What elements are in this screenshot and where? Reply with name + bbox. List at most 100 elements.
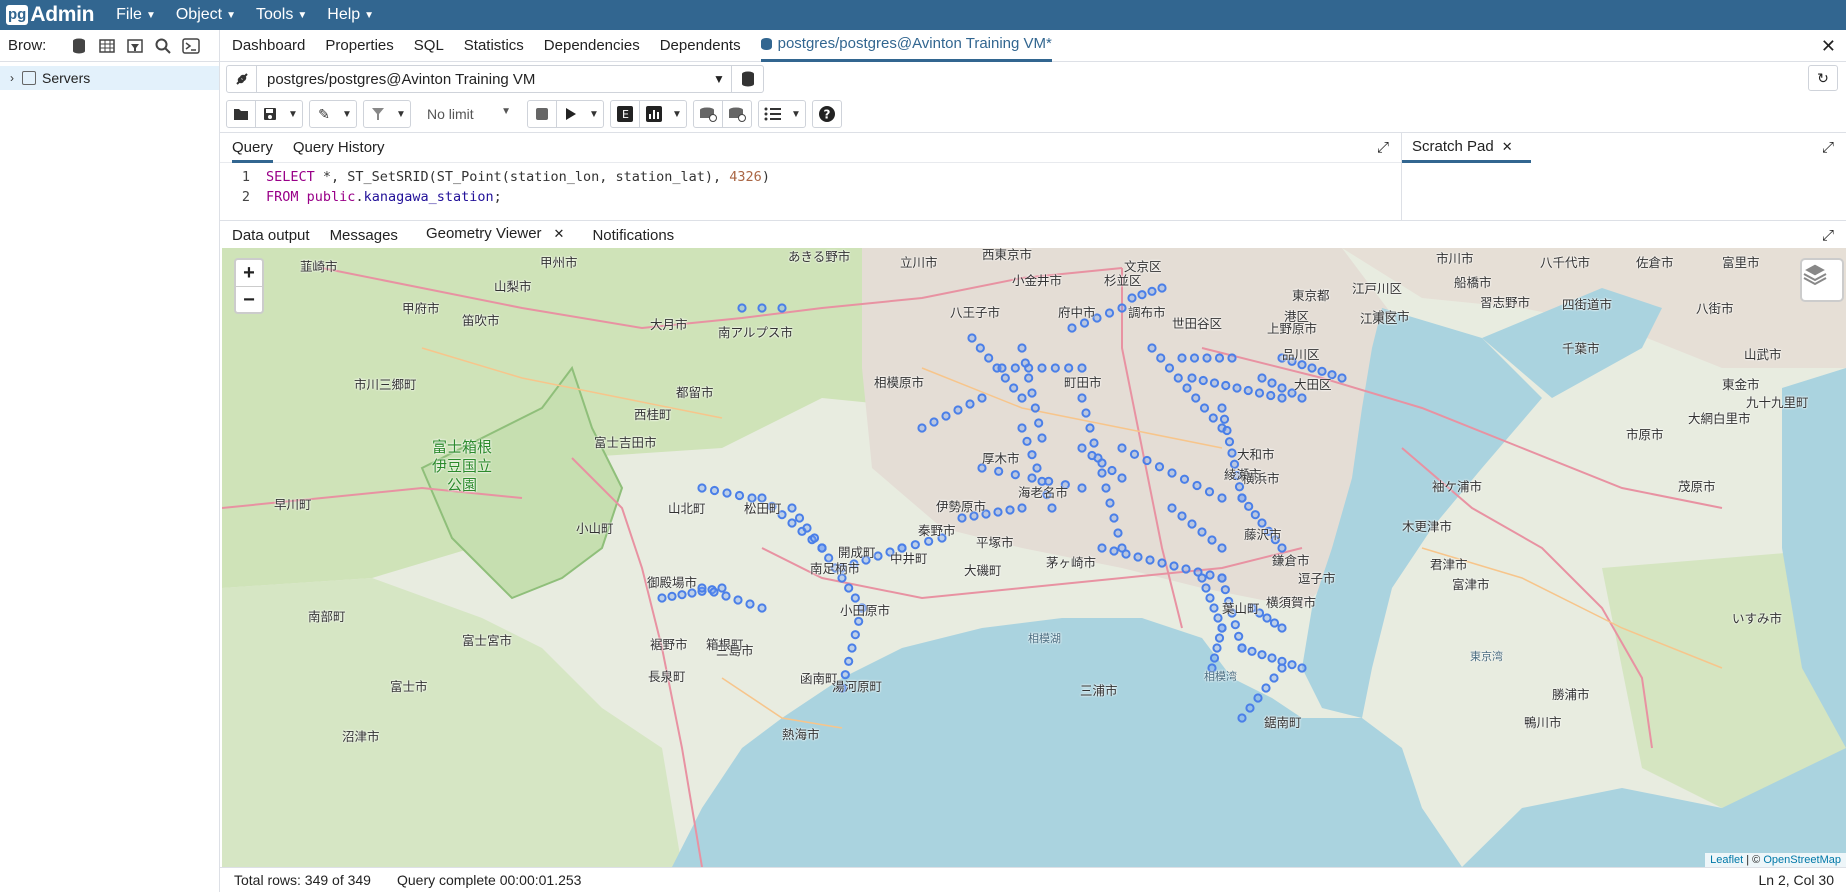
station-marker[interactable] bbox=[1101, 483, 1111, 493]
database-icon[interactable] bbox=[731, 66, 763, 92]
station-marker[interactable] bbox=[1077, 443, 1087, 453]
chevron-down-icon[interactable]: ▼ bbox=[668, 101, 686, 127]
station-marker[interactable] bbox=[1024, 373, 1034, 383]
station-marker[interactable] bbox=[1117, 443, 1127, 453]
station-marker[interactable] bbox=[1167, 503, 1177, 513]
station-marker[interactable] bbox=[1217, 493, 1227, 503]
station-marker[interactable] bbox=[745, 599, 755, 609]
station-marker[interactable] bbox=[1269, 618, 1280, 628]
station-marker[interactable] bbox=[1232, 383, 1242, 393]
station-marker[interactable] bbox=[1277, 393, 1287, 403]
station-marker[interactable] bbox=[1117, 303, 1127, 313]
execute-icon[interactable] bbox=[557, 101, 585, 127]
station-marker[interactable] bbox=[1109, 546, 1119, 556]
terminal-icon[interactable] bbox=[178, 33, 204, 59]
osm-link[interactable]: OpenStreetMap bbox=[1763, 854, 1841, 866]
tab-query[interactable]: Query bbox=[232, 133, 273, 163]
menu-tools[interactable]: Tools ▼ bbox=[256, 6, 307, 24]
station-marker[interactable] bbox=[1208, 413, 1218, 423]
expand-icon[interactable]: ⤢ bbox=[1377, 139, 1389, 156]
station-marker[interactable] bbox=[1287, 660, 1297, 670]
station-marker[interactable] bbox=[1214, 633, 1225, 643]
station-marker[interactable] bbox=[984, 353, 994, 363]
sql-editor[interactable]: 1 SELECT *, ST_SetSRID(ST_Point(station_… bbox=[220, 163, 1401, 207]
help-icon[interactable]: ? bbox=[813, 101, 841, 127]
refresh-icon[interactable]: ↻ bbox=[1808, 65, 1838, 91]
station-marker[interactable] bbox=[1047, 503, 1057, 513]
station-marker[interactable] bbox=[1017, 393, 1027, 403]
filter-icon[interactable] bbox=[364, 101, 392, 127]
station-marker[interactable] bbox=[1230, 620, 1240, 630]
station-marker[interactable] bbox=[1010, 363, 1020, 373]
station-marker[interactable] bbox=[721, 591, 731, 601]
station-marker[interactable] bbox=[1009, 383, 1019, 393]
zoom-out-button[interactable]: − bbox=[236, 286, 262, 312]
chevron-down-icon[interactable]: ▼ bbox=[392, 101, 410, 127]
station-marker[interactable] bbox=[1022, 436, 1032, 446]
station-marker[interactable] bbox=[1077, 483, 1087, 493]
station-marker[interactable] bbox=[1077, 393, 1087, 403]
leaflet-link[interactable]: Leaflet bbox=[1710, 854, 1743, 866]
geometry-map[interactable]: 韮崎市 甲州市 あきる野市 立川市 西東京市 文京区 市川市 船橋市 八千代市 佐倉市 富里市 山梨市… bbox=[222, 248, 1846, 867]
station-marker[interactable] bbox=[1027, 473, 1037, 483]
station-marker[interactable] bbox=[993, 507, 1003, 517]
station-marker[interactable] bbox=[1277, 623, 1287, 633]
station-marker[interactable] bbox=[802, 523, 812, 533]
station-marker[interactable] bbox=[1192, 480, 1202, 491]
station-marker[interactable] bbox=[1207, 535, 1217, 545]
station-marker[interactable] bbox=[1133, 552, 1143, 562]
station-marker[interactable] bbox=[1250, 510, 1260, 520]
menu-help[interactable]: Help ▼ bbox=[327, 6, 374, 24]
station-marker[interactable] bbox=[1121, 549, 1131, 559]
station-marker[interactable] bbox=[1109, 513, 1119, 523]
station-marker[interactable] bbox=[975, 343, 985, 353]
station-marker[interactable] bbox=[757, 603, 767, 613]
station-marker[interactable] bbox=[1214, 353, 1225, 363]
row-limit-select[interactable]: No limit ▼ bbox=[417, 100, 521, 128]
station-marker[interactable] bbox=[997, 363, 1007, 373]
station-marker[interactable] bbox=[667, 591, 677, 601]
station-marker[interactable] bbox=[1257, 650, 1267, 660]
station-marker[interactable] bbox=[722, 488, 732, 498]
station-marker[interactable] bbox=[1037, 363, 1047, 373]
station-marker[interactable] bbox=[1097, 458, 1107, 468]
station-marker[interactable] bbox=[1077, 363, 1087, 373]
tab-query-tool[interactable]: postgres/postgres@Avinton Training VM* bbox=[760, 30, 1052, 62]
filter-table-icon[interactable] bbox=[122, 33, 148, 59]
chevron-down-icon[interactable]: ▼ bbox=[284, 101, 302, 127]
station-marker[interactable] bbox=[1020, 358, 1030, 368]
station-marker[interactable] bbox=[1307, 363, 1317, 373]
station-marker[interactable] bbox=[1177, 511, 1187, 521]
expand-icon[interactable]: ⤢ bbox=[1822, 227, 1834, 244]
database-icon[interactable] bbox=[66, 33, 92, 59]
station-marker[interactable] bbox=[965, 399, 975, 409]
station-marker[interactable] bbox=[1244, 501, 1254, 511]
station-marker[interactable] bbox=[1157, 558, 1167, 568]
station-marker[interactable] bbox=[1000, 373, 1010, 383]
edit-icon[interactable]: ✎ bbox=[310, 101, 338, 127]
station-marker[interactable] bbox=[1142, 455, 1152, 466]
station-marker[interactable] bbox=[957, 513, 967, 523]
close-icon[interactable]: ✕ bbox=[1502, 139, 1513, 155]
chevron-down-icon[interactable]: ▼ bbox=[585, 101, 603, 127]
macros-icon[interactable] bbox=[759, 101, 787, 127]
station-marker[interactable] bbox=[1219, 414, 1230, 424]
station-marker[interactable] bbox=[677, 590, 687, 600]
tab-query-history[interactable]: Query History bbox=[293, 133, 385, 163]
station-marker[interactable] bbox=[1117, 473, 1127, 483]
commit-icon[interactable] bbox=[694, 101, 722, 127]
station-marker[interactable] bbox=[1182, 383, 1192, 393]
tab-geometry-viewer[interactable]: Geometry Viewer ✕ bbox=[417, 221, 573, 251]
station-marker[interactable] bbox=[1217, 623, 1227, 633]
station-marker[interactable] bbox=[1205, 570, 1215, 580]
tab-dashboard[interactable]: Dashboard bbox=[232, 30, 305, 62]
chevron-down-icon[interactable]: ▼ bbox=[787, 101, 805, 127]
station-marker[interactable] bbox=[1199, 403, 1210, 413]
tab-data-output[interactable]: Data output bbox=[232, 221, 310, 251]
station-marker[interactable] bbox=[1187, 519, 1197, 529]
station-marker[interactable] bbox=[1097, 543, 1107, 553]
layers-control[interactable] bbox=[1800, 258, 1844, 302]
save-icon[interactable] bbox=[256, 101, 284, 127]
station-marker[interactable] bbox=[1243, 385, 1253, 396]
station-marker[interactable] bbox=[1191, 393, 1201, 403]
